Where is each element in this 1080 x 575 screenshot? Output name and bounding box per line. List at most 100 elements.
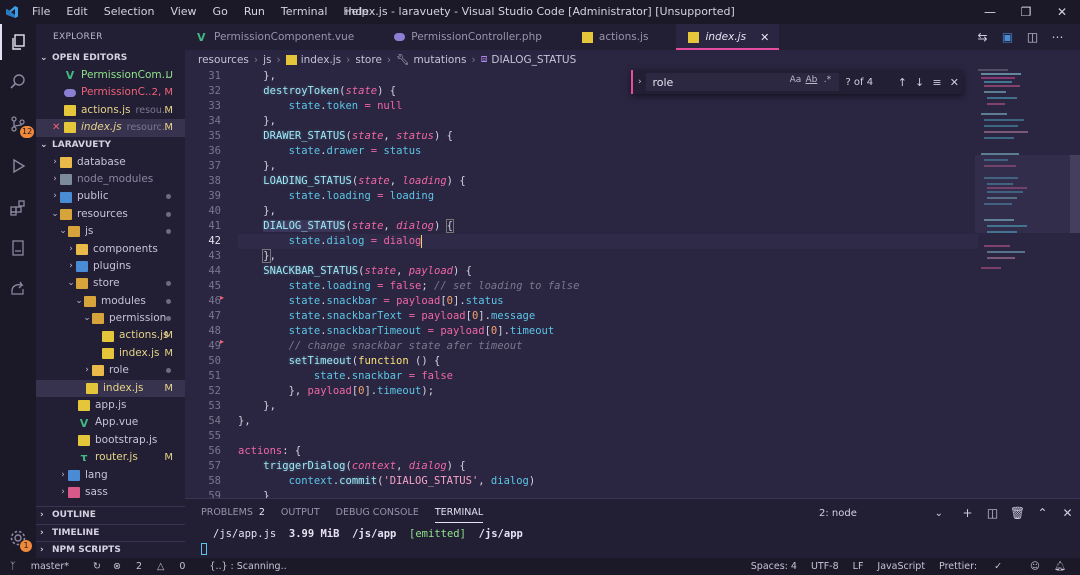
close-window-icon[interactable]: ✕: [1044, 0, 1080, 24]
open-editor-item[interactable]: V PermissionCom... U: [36, 67, 185, 84]
breadcrumb-item[interactable]: DIALOG_STATUS: [491, 54, 576, 66]
vertical-scrollbar[interactable]: [1070, 155, 1080, 233]
menu-terminal[interactable]: Terminal: [273, 0, 336, 24]
menu-selection[interactable]: Selection: [96, 0, 163, 24]
close-tab-icon[interactable]: ✕: [760, 31, 769, 44]
find-input[interactable]: role Aa Ab .*: [646, 73, 840, 91]
open-editor-item[interactable]: ✕ index.js resourc... M: [36, 119, 185, 137]
open-editor-item[interactable]: actions.js resou... M: [36, 102, 185, 119]
menu-go[interactable]: Go: [205, 0, 236, 24]
tree-file[interactable]: actions.js M: [36, 327, 185, 344]
menu-edit[interactable]: Edit: [58, 0, 95, 24]
more-actions-icon[interactable]: ⋯: [1045, 30, 1070, 44]
tree-folder[interactable]: ⌄ store: [36, 275, 185, 292]
line-number: 46: [208, 295, 221, 307]
explorer-icon[interactable]: [0, 24, 36, 60]
project-header[interactable]: ⌄ LARAVUETY: [36, 137, 185, 154]
match-case-toggle[interactable]: Aa: [787, 75, 803, 85]
code-line: DRAWER_STATUS(state, status) {: [263, 130, 453, 142]
notifications-icon[interactable]: 🔔︎: [1054, 561, 1066, 572]
tree-folder[interactable]: › components: [36, 241, 185, 258]
npm-scripts-header[interactable]: › NPM SCRIPTS: [36, 541, 185, 558]
minimize-icon[interactable]: —: [972, 0, 1008, 24]
close-find-icon[interactable]: ✕: [946, 76, 963, 89]
tree-folder[interactable]: ⌄ modules: [36, 293, 185, 310]
tree-file[interactable]: V App.vue: [36, 414, 185, 431]
code-editor[interactable]: 31 32 33 34 35 36 37 38 39 40 41 42 43 44 45 46 47 48 49 50…: [185, 69, 1080, 498]
tree-folder[interactable]: › plugins: [36, 258, 185, 275]
encoding[interactable]: UTF-8: [811, 561, 839, 572]
menu-file[interactable]: File: [24, 0, 58, 24]
tree-folder[interactable]: › database: [36, 154, 185, 171]
tree-folder[interactable]: ⌄ permission: [36, 310, 185, 327]
line-ending[interactable]: LF: [853, 561, 864, 572]
menu-run[interactable]: Run: [236, 0, 273, 24]
tree-file[interactable]: τ router.js M: [36, 449, 185, 466]
tab-actions-js[interactable]: actions.js: [569, 24, 677, 50]
feedback-icon[interactable]: ☺: [1030, 561, 1040, 572]
minimap[interactable]: [975, 69, 1070, 498]
open-preview-icon[interactable]: ▣: [995, 30, 1020, 44]
terminal-output[interactable]: /js/app.js 3.99 MiB /js/app [emitted] /j…: [185, 527, 1080, 542]
manage-gear-icon[interactable]: 1: [0, 520, 36, 556]
breadcrumb-item[interactable]: resources: [198, 54, 249, 66]
chevron-right-icon[interactable]: ›: [633, 77, 646, 87]
tree-file[interactable]: bootstrap.js: [36, 432, 185, 449]
tree-folder[interactable]: ⌄ js: [36, 223, 185, 240]
menu-view[interactable]: View: [162, 0, 204, 24]
search-icon[interactable]: [0, 64, 36, 100]
prettier-status[interactable]: Prettier: ✓: [939, 561, 1016, 572]
arrow-down-icon[interactable]: ↓: [911, 76, 928, 89]
code-content[interactable]: }, destroyToken(state) { state.token = n…: [238, 69, 978, 498]
tab-terminal[interactable]: TERMINAL: [434, 499, 484, 527]
source-control-icon[interactable]: 12: [0, 106, 36, 142]
outline-header[interactable]: › OUTLINE: [36, 507, 185, 524]
tree-folder[interactable]: › node_modules: [36, 171, 185, 188]
tree-folder[interactable]: › public: [36, 188, 185, 205]
breadcrumb-item[interactable]: mutations: [413, 54, 466, 66]
split-editor-icon[interactable]: ◫: [1020, 30, 1045, 44]
tab-index-js[interactable]: index.js ✕: [676, 24, 780, 50]
whole-word-toggle[interactable]: Ab: [803, 75, 819, 85]
arrow-up-icon[interactable]: ↑: [894, 76, 911, 89]
sync-icon[interactable]: ↻: [93, 561, 101, 572]
close-panel-icon[interactable]: ✕: [1055, 506, 1080, 520]
git-branch[interactable]: ᛉ master*: [10, 561, 81, 572]
tree-file[interactable]: index.js M: [36, 379, 185, 398]
menu-help[interactable]: Help: [335, 0, 376, 24]
breadcrumb-item[interactable]: js: [263, 54, 271, 66]
split-terminal-icon[interactable]: ◫: [980, 506, 1005, 520]
tab-debug-console[interactable]: DEBUG CONSOLE: [336, 499, 419, 527]
remote-explorer-icon[interactable]: [0, 230, 36, 266]
open-editor-item[interactable]: PermissionC... 2, M: [36, 84, 185, 101]
tab-output[interactable]: OUTPUT: [281, 499, 320, 527]
indentation[interactable]: Spaces: 4: [751, 561, 797, 572]
close-editor-icon[interactable]: ✕: [52, 119, 64, 136]
regex-toggle[interactable]: .*: [819, 75, 835, 85]
breadcrumb-item[interactable]: index.js: [301, 54, 341, 66]
terminal-select[interactable]: 2: node ⌄: [819, 508, 949, 519]
tab-permission-component[interactable]: V PermissionComponent.vue: [185, 24, 383, 50]
run-debug-icon[interactable]: [0, 148, 36, 184]
trash-icon[interactable]: 🗑︎: [1005, 506, 1030, 520]
tree-file[interactable]: index.js M: [36, 345, 185, 362]
language-mode[interactable]: JavaScript: [877, 561, 925, 572]
tree-folder[interactable]: ⌄ resources: [36, 206, 185, 223]
live-share-icon[interactable]: [0, 270, 36, 306]
open-editors-header[interactable]: ⌄ OPEN EDITORS: [36, 50, 185, 67]
breadcrumb-item[interactable]: store: [355, 54, 382, 66]
extensions-icon[interactable]: [0, 190, 36, 226]
find-in-selection-icon[interactable]: ≡: [928, 76, 945, 89]
tree-folder[interactable]: › sass: [36, 484, 185, 501]
tab-permission-controller[interactable]: PermissionController.php: [382, 24, 570, 50]
compare-icon[interactable]: ⇆: [970, 30, 995, 44]
tree-file[interactable]: app.js: [36, 397, 185, 414]
tree-folder[interactable]: › lang: [36, 467, 185, 484]
problems-status[interactable]: ⊗ 2 △ 0: [113, 561, 197, 572]
restore-icon[interactable]: ❐: [1008, 0, 1044, 24]
tab-problems[interactable]: PROBLEMS 2: [201, 499, 265, 527]
new-terminal-icon[interactable]: +: [955, 506, 980, 520]
tree-folder[interactable]: › role: [36, 362, 185, 379]
timeline-header[interactable]: › TIMELINE: [36, 524, 185, 541]
maximize-panel-icon[interactable]: ⌃: [1030, 506, 1055, 520]
